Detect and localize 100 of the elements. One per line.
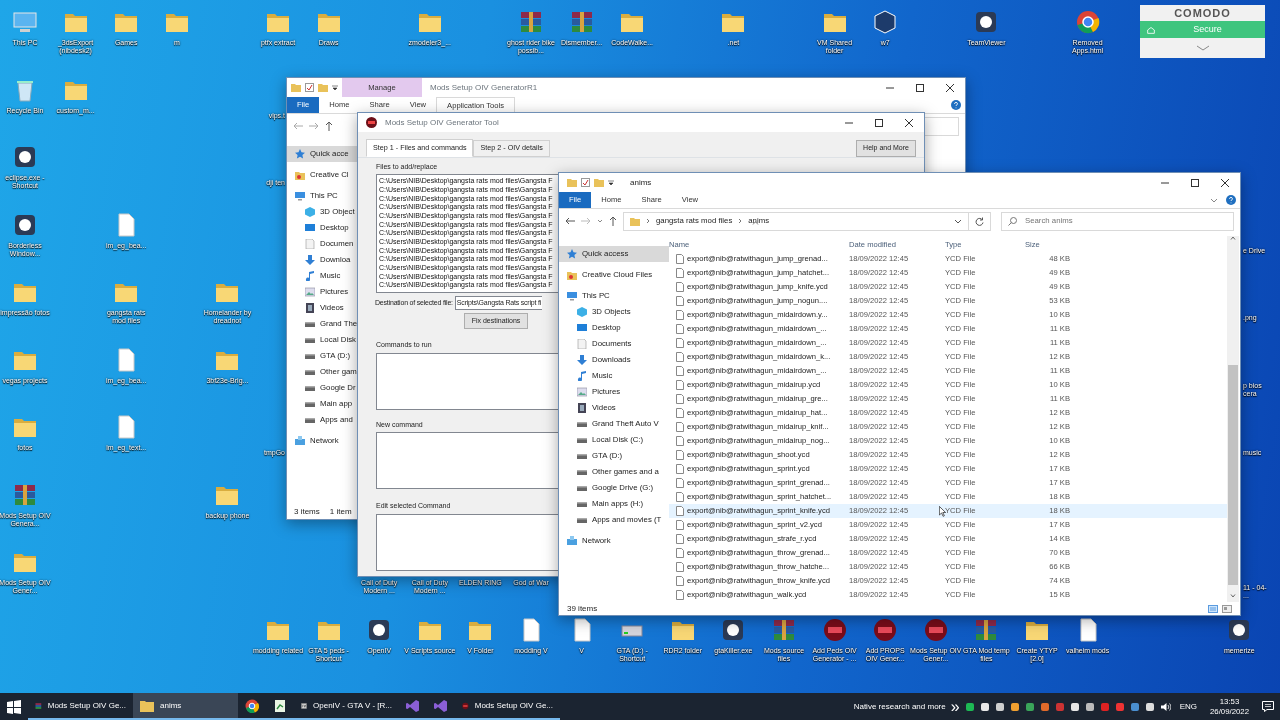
tray-icon xyxy=(1084,701,1095,712)
chevron-right-icon xyxy=(738,218,743,224)
refresh-button[interactable] xyxy=(968,211,991,231)
cursor-icon xyxy=(939,506,946,517)
folder-icon xyxy=(140,698,154,713)
scroll-thumb[interactable] xyxy=(1228,365,1238,585)
tray-icon xyxy=(979,701,990,712)
forward-arrow-icon xyxy=(309,122,319,130)
folder-icon xyxy=(630,216,640,226)
cube-icon xyxy=(577,307,587,317)
chevron-right-icon xyxy=(646,218,650,224)
notification-icon xyxy=(1262,701,1274,712)
forward-arrow-icon xyxy=(581,217,591,225)
status-text: Secure xyxy=(1192,22,1223,36)
scroll-down-icon xyxy=(1230,594,1236,598)
drive-icon xyxy=(305,415,315,425)
drive-icon xyxy=(577,467,587,477)
tray-icon xyxy=(1144,701,1155,712)
taskbar-button[interactable]: Mods Setup OIV Ge... xyxy=(455,693,560,720)
help-icon xyxy=(1226,195,1236,205)
monitor-icon xyxy=(295,191,305,201)
document-icon xyxy=(577,339,587,349)
tray-icon xyxy=(1129,701,1140,712)
home-icon xyxy=(1146,24,1156,35)
film-icon xyxy=(577,403,587,413)
status-text: 3 items xyxy=(294,506,320,518)
overflow-button[interactable]: » xyxy=(950,694,960,719)
drive-icon xyxy=(305,399,315,409)
details-view-icon xyxy=(1208,604,1218,613)
help-icon xyxy=(951,100,961,110)
thumbnail-view-icon xyxy=(1222,604,1232,613)
network-icon xyxy=(567,536,577,546)
tray-icon xyxy=(964,701,975,712)
star-icon xyxy=(567,249,577,259)
down-arrow-icon xyxy=(577,355,587,365)
folder-icon xyxy=(567,270,577,280)
down-arrow-icon xyxy=(305,255,315,265)
drive-icon xyxy=(577,419,587,429)
drive-icon xyxy=(577,435,587,445)
window-title: anims xyxy=(630,176,652,189)
drive-icon xyxy=(577,499,587,509)
refresh-icon xyxy=(975,216,984,226)
taskbar-button[interactable]: anims xyxy=(133,693,238,720)
folder-icon xyxy=(318,83,328,92)
edit-command-field[interactable] xyxy=(376,513,559,571)
film-icon xyxy=(305,303,315,313)
spreadsheet-icon xyxy=(273,698,287,713)
drive-icon xyxy=(305,383,315,393)
screen-icon xyxy=(305,223,315,233)
window-title: Mods Setup OIV Generator Tool xyxy=(385,116,499,129)
drive-icon xyxy=(305,319,315,329)
commands-field[interactable] xyxy=(376,352,559,410)
windows-logo-icon xyxy=(7,699,21,714)
infinity-icon xyxy=(434,698,448,713)
tray-icon xyxy=(1069,701,1080,712)
dropdown-icon xyxy=(332,84,338,91)
checkmark-icon xyxy=(581,178,590,187)
up-arrow-icon xyxy=(325,121,333,131)
music-note-icon xyxy=(305,271,315,281)
drive-icon xyxy=(577,451,587,461)
tray-icon xyxy=(994,701,1005,712)
scroll-up-icon xyxy=(1230,236,1236,240)
star-icon xyxy=(295,149,305,159)
tray-icon xyxy=(1054,701,1065,712)
tray-icon xyxy=(1114,701,1125,712)
window-title: Mods Setup OIV GeneratorR1 xyxy=(430,81,538,94)
widget-title: COMODO xyxy=(1173,6,1232,21)
app-icon xyxy=(366,117,377,128)
drive-icon xyxy=(577,483,587,493)
file-list[interactable] xyxy=(376,174,559,293)
back-arrow-icon xyxy=(565,217,575,225)
drive-icon xyxy=(577,515,587,525)
cube-icon xyxy=(305,207,315,217)
status-text: 39 items xyxy=(567,602,598,615)
browser-icon xyxy=(245,698,259,713)
taskbar-button[interactable]: OpenIV - GTA V - [R... xyxy=(294,693,399,720)
picture-icon xyxy=(305,287,315,297)
folder-icon xyxy=(291,83,301,92)
checkmark-icon xyxy=(305,83,314,92)
chevron-down-icon xyxy=(1195,45,1210,51)
chevron-down-icon xyxy=(1210,197,1218,203)
drive-icon xyxy=(305,367,315,377)
chevron-down-icon xyxy=(954,218,962,224)
tray-icon xyxy=(1039,701,1050,712)
folder-icon xyxy=(594,178,604,187)
dropdown-icon xyxy=(608,179,614,186)
language-indicator[interactable]: ENG xyxy=(1179,700,1197,713)
new-command-field[interactable] xyxy=(376,432,559,490)
tray-icon xyxy=(1024,701,1035,712)
chevron-down-icon xyxy=(597,219,603,223)
search-icon xyxy=(1008,216,1017,226)
status-text: 1 item xyxy=(329,506,352,518)
document-icon xyxy=(305,239,315,249)
infinity-icon xyxy=(406,698,420,713)
scrollbar[interactable] xyxy=(1227,236,1239,602)
music-note-icon xyxy=(577,371,587,381)
drive-icon xyxy=(305,351,315,361)
toolbar-label: Native research and more xyxy=(853,700,946,713)
tray-icon xyxy=(1099,701,1110,712)
speaker-icon xyxy=(1159,701,1171,712)
